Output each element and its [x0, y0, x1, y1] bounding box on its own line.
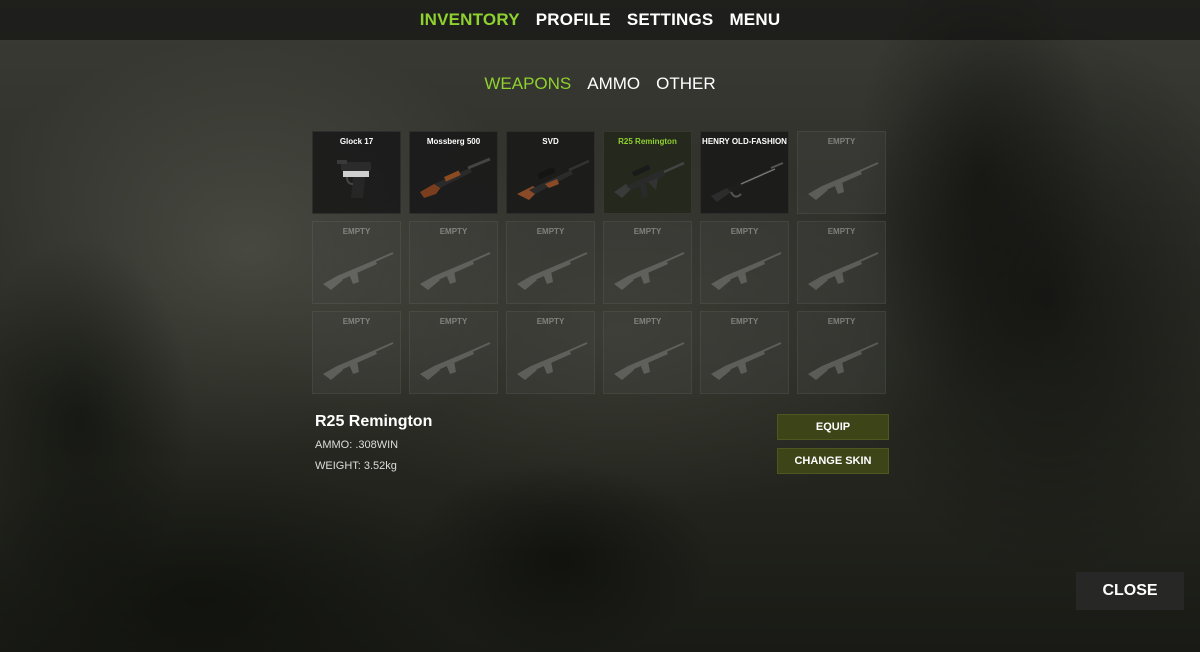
slot-label: EMPTY — [536, 227, 565, 236]
close-button[interactable]: CLOSE — [1076, 572, 1184, 610]
top-navigation: INVENTORY PROFILE SETTINGS MENU — [0, 0, 1200, 40]
rifle-placeholder-icon — [711, 342, 782, 380]
inventory-slot-empty[interactable]: EMPTY — [700, 311, 789, 394]
tab-ammo[interactable]: AMMO — [587, 74, 640, 94]
slot-label: EMPTY — [827, 317, 856, 326]
weapon-ammo: AMMO: .308WIN — [315, 439, 399, 451]
rifle-placeholder-icon — [420, 342, 491, 380]
inventory-slot[interactable]: SVD — [506, 131, 595, 214]
tab-weapons[interactable]: WEAPONS — [484, 74, 571, 94]
lever-rifle-icon — [711, 162, 784, 202]
inventory-slot-empty[interactable]: EMPTY — [312, 311, 401, 394]
weapon-details: R25 Remington AMMO: .308WIN WEIGHT: 3.52… — [315, 413, 432, 481]
slot-label: SVD — [542, 137, 559, 146]
inventory-slot-empty[interactable]: EMPTY — [797, 131, 886, 214]
inventory-slot[interactable]: HENRY OLD-FASHION — [700, 131, 789, 214]
slot-label: EMPTY — [439, 317, 468, 326]
inventory-slot-empty[interactable]: EMPTY — [797, 221, 886, 304]
slot-label: HENRY OLD-FASHION — [702, 137, 787, 146]
slot-label: EMPTY — [633, 227, 662, 236]
nav-settings[interactable]: SETTINGS — [627, 10, 714, 30]
inventory-slot-empty[interactable]: EMPTY — [506, 221, 595, 304]
inventory-slot-empty[interactable]: EMPTY — [506, 311, 595, 394]
slot-label: EMPTY — [536, 317, 565, 326]
inventory-slot[interactable]: Glock 17 — [312, 131, 401, 214]
selected-weapon-name: R25 Remington — [315, 413, 433, 430]
equip-button[interactable]: EQUIP — [777, 414, 889, 440]
inventory-slot-empty[interactable]: EMPTY — [603, 221, 692, 304]
rifle-placeholder-icon — [323, 252, 394, 290]
weapon-weight: WEIGHT: 3.52kg — [315, 460, 397, 472]
change-skin-button[interactable]: CHANGE SKIN — [777, 448, 889, 474]
inventory-slot[interactable]: R25 Remington — [603, 131, 692, 214]
slot-label: EMPTY — [827, 137, 856, 146]
inventory-slot-empty[interactable]: EMPTY — [409, 221, 498, 304]
inventory-category-tabs: WEAPONS AMMO OTHER — [0, 74, 1200, 94]
slot-label: EMPTY — [730, 227, 759, 236]
rifle-placeholder-icon — [323, 342, 394, 380]
inventory-slot-empty[interactable]: EMPTY — [700, 221, 789, 304]
sniper-rifle-icon — [517, 159, 590, 200]
inventory-slot-empty[interactable]: EMPTY — [312, 221, 401, 304]
nav-profile[interactable]: PROFILE — [536, 10, 611, 30]
slot-label: EMPTY — [439, 227, 468, 236]
pistol-icon — [337, 160, 371, 198]
slot-label: EMPTY — [827, 227, 856, 236]
assault-rifle-icon — [614, 161, 685, 198]
slot-label: Mossberg 500 — [426, 137, 481, 146]
slot-label: EMPTY — [730, 317, 759, 326]
slot-label: R25 Remington — [618, 137, 677, 146]
slot-label: EMPTY — [342, 227, 371, 236]
rifle-placeholder-icon — [808, 342, 879, 380]
inventory-slot[interactable]: Mossberg 500 — [409, 131, 498, 214]
tab-other[interactable]: OTHER — [656, 74, 716, 94]
slot-label: EMPTY — [342, 317, 371, 326]
nav-inventory[interactable]: INVENTORY — [420, 10, 520, 30]
rifle-placeholder-icon — [614, 342, 685, 380]
inventory-slot-empty[interactable]: EMPTY — [603, 311, 692, 394]
inventory-slot-empty[interactable]: EMPTY — [797, 311, 886, 394]
rifle-placeholder-icon — [517, 342, 588, 380]
inventory-slot-empty[interactable]: EMPTY — [409, 311, 498, 394]
rifle-placeholder-icon — [808, 252, 879, 290]
nav-menu[interactable]: MENU — [729, 10, 780, 30]
rifle-placeholder-icon — [517, 252, 588, 290]
slot-label: Glock 17 — [339, 137, 374, 146]
rifle-placeholder-icon — [420, 252, 491, 290]
rifle-placeholder-icon — [711, 252, 782, 290]
shotgun-icon — [420, 157, 491, 198]
weapon-slot-grid: Glock 17 Mossberg 500 SVD R25 Remington HENR… — [312, 131, 886, 394]
rifle-placeholder-icon — [614, 252, 685, 290]
slot-label: EMPTY — [633, 317, 662, 326]
rifle-placeholder-icon — [808, 162, 879, 200]
